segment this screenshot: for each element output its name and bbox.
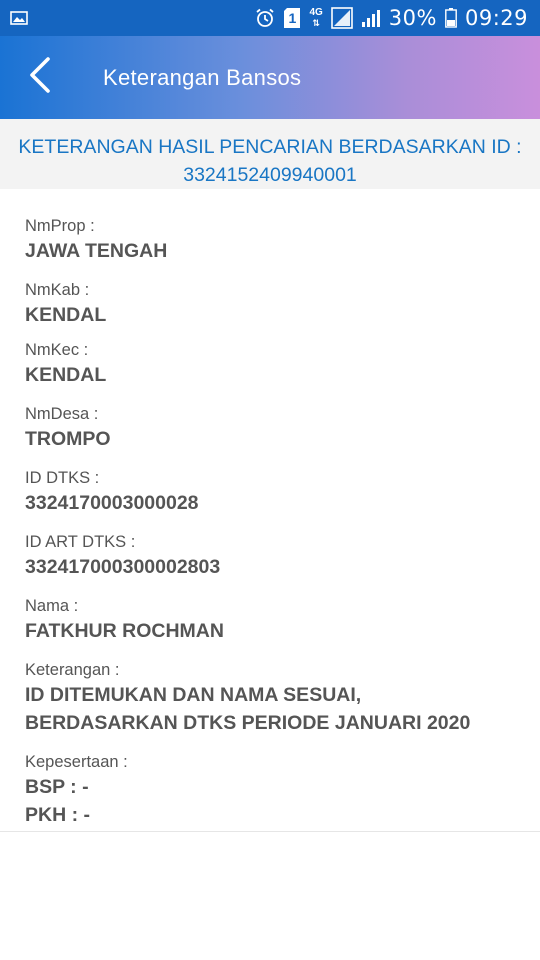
detail-card: NmProp : JAWA TENGAH NmKab : KENDAL NmKe… [0,189,540,832]
sim-icon: 1 [283,7,301,29]
field-label: NmProp : [25,217,95,235]
sim-badge: 1 [288,10,297,26]
page-title: Keterangan Bansos [103,64,302,90]
result-header-title: KETERANGAN HASIL PENCARIAN BERDASARKAN I… [18,136,522,158]
field-value-line: BERDASARKAN DTKS PERIODE JANUARI 2020 [25,712,471,734]
field-value: 3324170003000028 [25,492,199,514]
field-value: FATKHUR ROCHMAN [25,620,224,642]
field-value: 332417000300002803 [25,556,221,578]
network-label: 4G [309,7,323,18]
field-value: KENDAL [25,304,107,326]
field-id-dtks: ID DTKS : 3324170003000028 [25,467,525,517]
status-bar: 1 4G ⇅ 30% 09:29 [0,0,540,36]
gallery-icon [10,11,28,25]
cell-signal-icon [361,8,381,28]
field-value-line: PKH : - [25,804,90,826]
field-label: Nama : [25,597,79,615]
field-label: NmKab : [25,281,90,299]
field-value: JAWA TENGAH [25,240,168,262]
field-nmkec: NmKec : KENDAL [25,339,525,389]
field-label: ID DTKS : [25,469,100,487]
field-value-line: BSP : - [25,776,89,798]
field-value-line: ID DITEMUKAN DAN NAMA SESUAI, [25,684,362,706]
field-nmprop: NmProp : JAWA TENGAH [25,215,525,265]
signal-icon [330,7,353,29]
alarm-icon [255,8,275,28]
chevron-left-icon [28,56,52,99]
field-value: TROMPO [25,428,111,450]
field-label: NmDesa : [25,405,99,423]
field-nmkab: NmKab : KENDAL [25,279,525,329]
field-nama: Nama : FATKHUR ROCHMAN [25,595,525,645]
field-label: NmKec : [25,341,89,359]
app-bar: Keterangan Bansos [0,36,540,119]
battery-percent: 30% [388,6,437,30]
field-label: Keterangan : [25,661,120,679]
field-id-art-dtks: ID ART DTKS : 332417000300002803 [25,531,525,581]
battery-icon [445,8,457,28]
clock: 09:29 [464,6,528,30]
field-label: Kepesertaan : [25,753,128,771]
searched-id: 3324152409940001 [183,164,357,186]
field-value: KENDAL [25,364,107,386]
field-keterangan: Keterangan : ID DITEMUKAN DAN NAMA SESUA… [25,659,525,737]
field-kepesertaan: Kepesertaan : BSP : - PKH : - [25,751,525,829]
result-header: KETERANGAN HASIL PENCARIAN BERDASARKAN I… [0,119,540,189]
back-button[interactable] [0,36,80,119]
field-nmdesa: NmDesa : TROMPO [25,403,525,453]
network-type: 4G ⇅ [309,7,323,29]
field-label: ID ART DTKS : [25,533,136,551]
